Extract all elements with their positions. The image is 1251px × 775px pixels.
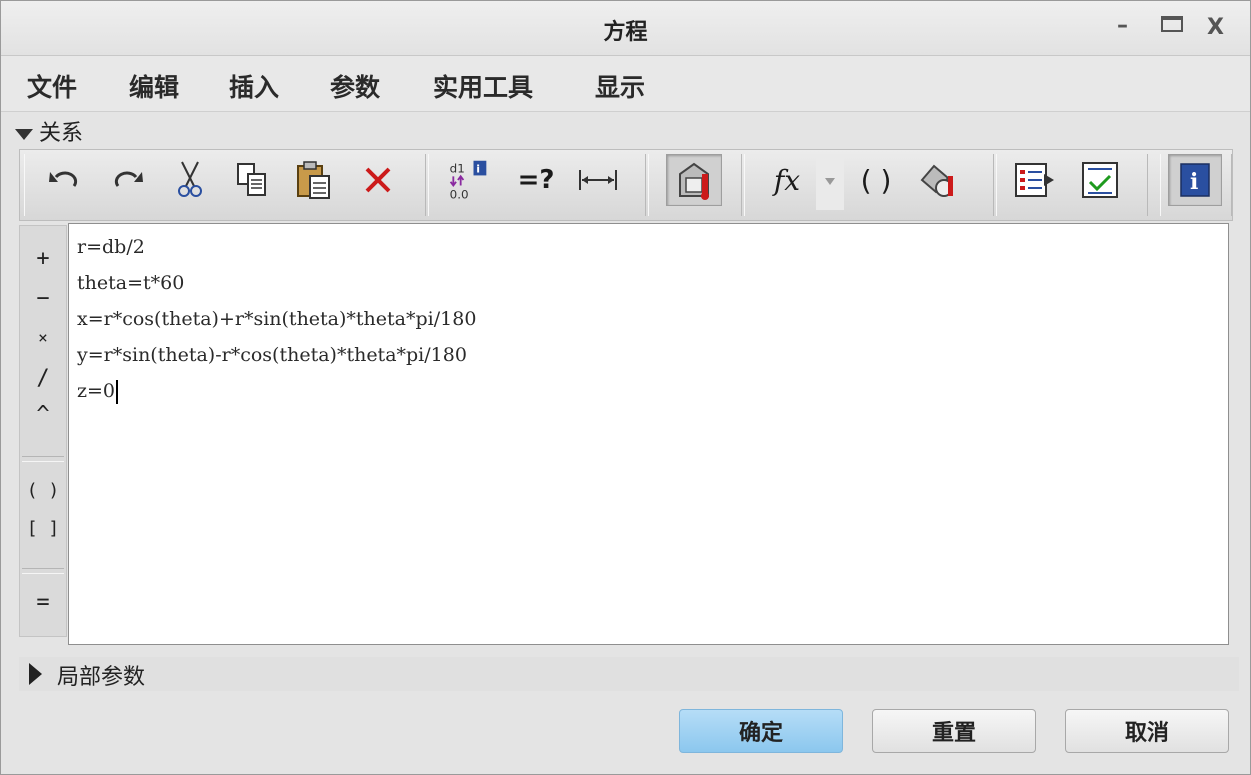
dimension-info-badge: i [476,163,480,176]
expand-icon [29,663,42,685]
verify-relations-button[interactable] [1078,158,1122,202]
cancel-button[interactable]: 取消 [1065,709,1229,753]
verify-relations-icon [1082,162,1118,198]
relation-line: z=0 [77,380,116,402]
relation-line: r=db/2 [77,236,145,258]
evaluate-button[interactable]: =? [514,158,558,202]
chevron-down-icon [825,178,835,185]
operator-plus[interactable]: + [20,246,66,271]
operator-palette: + − × / ^ ( ) [ ] = [19,225,67,637]
function-dropdown[interactable] [816,154,844,210]
dimension-label-top: d1 [450,162,465,176]
copy-icon [237,163,266,196]
show-details-icon [1015,163,1054,197]
equation-dialog: 方程 – X 文件 编辑 插入 参数 实用工具 显示 关系 d1 0.0 i =… [0,0,1251,775]
redo-button[interactable] [106,158,150,202]
local-parameters-label: 局部参数 [57,665,146,690]
menu-insert[interactable]: 插入 [229,68,279,104]
operator-parentheses[interactable]: ( ) [20,480,66,501]
copy-button[interactable] [230,158,274,202]
parameters-button[interactable]: ( ) [854,158,898,202]
menu-parameters[interactable]: 参数 [330,68,380,104]
dimension-toggle-icon: d1 0.0 i [450,160,487,201]
delete-icon [365,167,391,193]
relations-editor[interactable]: r=db/2 theta=t*60 x=r*cos(theta)+r*sin(t… [68,223,1229,645]
dimension-toggle-button[interactable]: d1 0.0 i [446,158,490,202]
maximize-button[interactable] [1161,16,1183,32]
relation-line: x=r*cos(theta)+r*sin(theta)*theta*pi/180 [77,308,477,330]
redo-icon [114,171,143,187]
paste-icon [297,161,330,199]
execute-verify-icon [920,164,953,197]
relation-line: y=r*sin(theta)-r*cos(theta)*theta*pi/180 [77,344,467,366]
function-button[interactable]: fx [762,158,812,202]
paste-button[interactable] [292,158,336,202]
ok-button[interactable]: 确定 [679,709,843,753]
window-title: 方程 [603,20,648,45]
sort-relations-icon [679,162,709,200]
palette-divider [22,456,64,462]
relation-line-current: z=0 [77,380,119,404]
delete-button[interactable] [356,158,400,202]
undo-button[interactable] [42,158,86,202]
operator-divide[interactable]: / [20,366,66,391]
info-button[interactable]: i [1168,154,1222,206]
operator-equals[interactable]: = [20,590,66,615]
evaluate-label: =? [517,165,555,195]
menu-bar: 文件 编辑 插入 参数 实用工具 显示 [1,56,1250,112]
operator-multiply[interactable]: × [20,328,66,347]
function-label: fx [773,163,801,197]
minimize-button[interactable]: – [1117,13,1128,38]
relations-section-toggle[interactable]: 关系 [15,115,84,146]
undo-icon [49,171,78,187]
close-button[interactable]: X [1207,15,1224,40]
insert-dimension-icon [579,170,617,190]
menu-edit[interactable]: 编辑 [129,68,179,104]
insert-dimension-button[interactable] [576,158,620,202]
info-label: i [1190,169,1198,195]
title-bar: 方程 – X [1,1,1250,56]
menu-display[interactable]: 显示 [595,68,645,104]
collapse-icon [15,128,33,140]
operator-power[interactable]: ^ [20,402,66,427]
brackets-label: ( ) [860,163,892,197]
execute-verify-button[interactable] [916,158,960,202]
show-details-button[interactable] [1014,158,1058,202]
local-parameters-toggle[interactable]: 局部参数 [19,657,1239,691]
menu-utilities[interactable]: 实用工具 [433,68,533,104]
info-icon: i [1180,163,1210,197]
reset-button[interactable]: 重置 [872,709,1036,753]
palette-divider [22,568,64,574]
cut-button[interactable] [168,158,212,202]
operator-minus[interactable]: − [20,286,66,311]
operator-brackets[interactable]: [ ] [20,518,66,539]
toolbar: d1 0.0 i =? fx () i [19,149,1233,221]
cut-icon [178,161,202,197]
text-caret [116,380,119,404]
relation-line: theta=t*60 [77,272,185,294]
sort-relations-button[interactable] [666,154,722,206]
relations-label: 关系 [39,121,84,146]
menu-file[interactable]: 文件 [27,68,77,104]
dimension-label-bottom: 0.0 [450,187,469,201]
